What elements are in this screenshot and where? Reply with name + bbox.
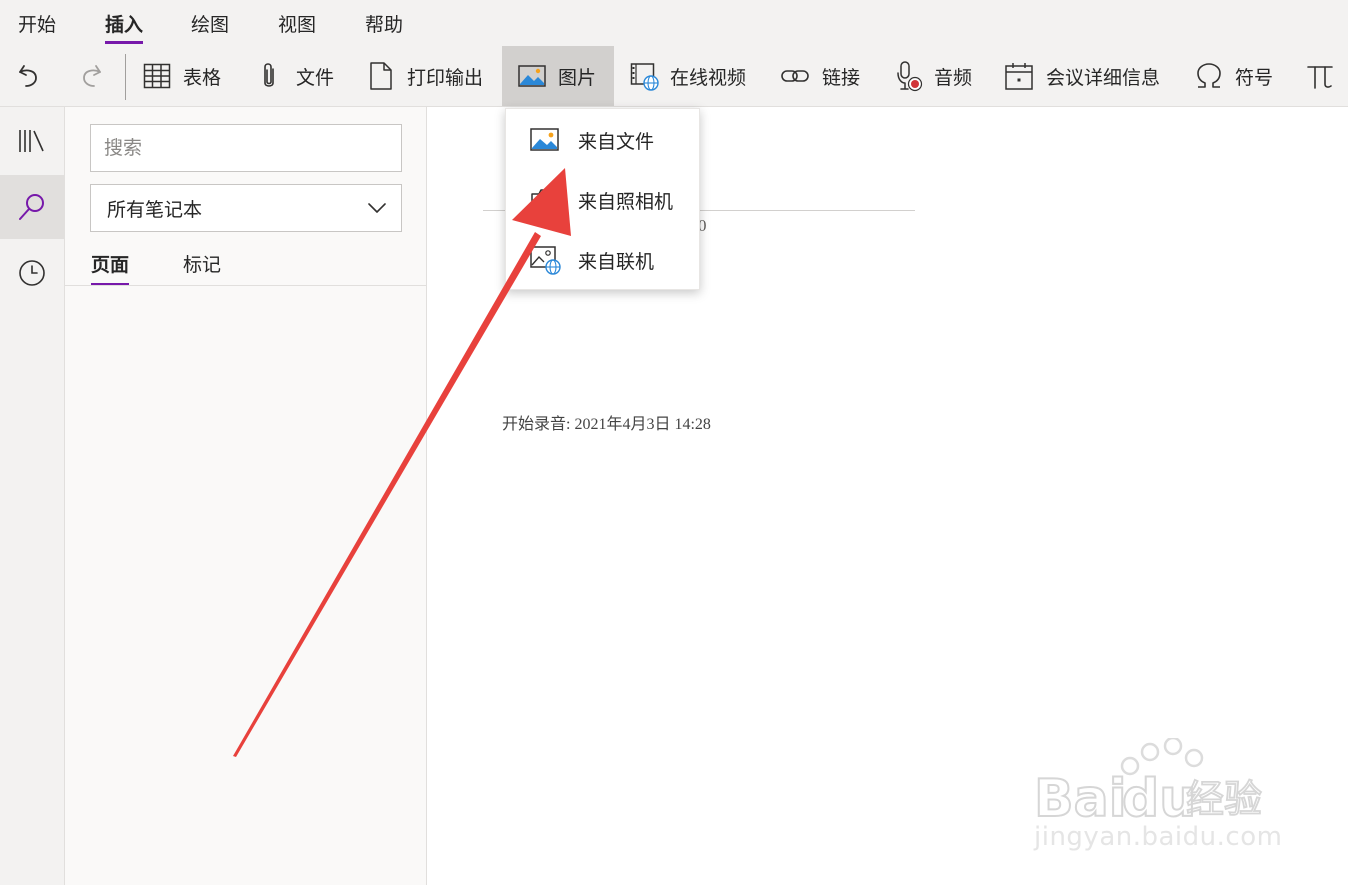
picture-icon bbox=[518, 65, 546, 87]
online-video-icon bbox=[630, 63, 659, 91]
picture-online-icon bbox=[530, 246, 561, 275]
camera-icon bbox=[531, 189, 559, 212]
tab-draw[interactable]: 绘图 bbox=[191, 10, 229, 44]
search-input[interactable] bbox=[90, 124, 402, 172]
ribbon-separator bbox=[125, 54, 126, 100]
printout-label: 打印输出 bbox=[407, 66, 484, 89]
watermark-url: jingyan.baidu.com bbox=[1034, 822, 1283, 852]
tab-view[interactable]: 视图 bbox=[278, 10, 316, 44]
symbol-label: 符号 bbox=[1235, 66, 1274, 89]
scope-value: 所有笔记本 bbox=[107, 198, 203, 221]
tab-tags[interactable]: 标记 bbox=[183, 250, 221, 286]
link-label: 链接 bbox=[822, 66, 861, 89]
notebook-scope-dropdown[interactable]: 所有笔记本 bbox=[90, 184, 402, 232]
search-button[interactable] bbox=[0, 175, 64, 239]
tab-help[interactable]: 帮助 bbox=[365, 10, 403, 44]
recording-note[interactable]: 开始录音: 2021年4月3日 14:28 bbox=[502, 410, 711, 434]
picture-file-icon bbox=[530, 128, 559, 151]
panel-divider bbox=[65, 285, 426, 286]
from-online-label: 来自联机 bbox=[578, 250, 655, 273]
audio-record-icon bbox=[897, 61, 923, 92]
tab-home[interactable]: 开始 bbox=[18, 10, 56, 44]
menu-item-from-online[interactable]: 来自联机 bbox=[506, 231, 699, 289]
tab-insert[interactable]: 插入 bbox=[105, 10, 144, 44]
meeting-details-button[interactable]: 会议详细信息 bbox=[1004, 46, 1160, 106]
omega-icon bbox=[1197, 63, 1221, 88]
search-icon bbox=[19, 194, 44, 220]
document-icon bbox=[370, 62, 392, 90]
online-video-label: 在线视频 bbox=[670, 66, 747, 89]
undo-button[interactable] bbox=[14, 46, 54, 106]
recent-icon bbox=[19, 260, 45, 286]
meeting-details-label: 会议详细信息 bbox=[1046, 66, 1161, 89]
search-panel: 所有笔记本 页面 标记 bbox=[65, 107, 427, 885]
pi-icon bbox=[1307, 66, 1333, 89]
pictures-label: 图片 bbox=[558, 66, 597, 89]
printout-button[interactable]: 打印输出 bbox=[369, 46, 483, 106]
svg-text:经验: 经验 bbox=[1186, 777, 1262, 821]
symbol-button[interactable]: 符号 bbox=[1195, 46, 1273, 106]
link-icon bbox=[781, 70, 809, 82]
undo-icon bbox=[19, 65, 37, 87]
redo-icon bbox=[83, 65, 101, 87]
tab-pages[interactable]: 页面 bbox=[91, 250, 130, 286]
from-file-label: 来自文件 bbox=[578, 130, 655, 153]
svg-text:Bai: Bai bbox=[1034, 769, 1127, 829]
table-button[interactable]: 表格 bbox=[143, 46, 221, 106]
audio-button[interactable]: 音频 bbox=[896, 46, 972, 106]
equation-button[interactable] bbox=[1306, 46, 1334, 106]
recent-button[interactable] bbox=[0, 241, 64, 305]
menu-bar: 开始 插入 绘图 视图 帮助 bbox=[0, 0, 1348, 46]
pictures-button[interactable]: 图片 bbox=[502, 46, 614, 106]
pictures-dropdown-menu: 来自文件 来自照相机 来自联机 bbox=[505, 108, 700, 290]
menu-item-from-camera[interactable]: 来自照相机 bbox=[506, 171, 699, 229]
from-camera-label: 来自照相机 bbox=[578, 190, 674, 213]
navigation-rail bbox=[0, 107, 65, 885]
redo-button[interactable] bbox=[78, 46, 118, 106]
file-attachment-button[interactable]: 文件 bbox=[258, 46, 334, 106]
menu-item-from-file[interactable]: 来自文件 bbox=[506, 111, 699, 169]
paperclip-icon bbox=[264, 63, 274, 87]
notebooks-icon bbox=[19, 130, 44, 152]
chevron-down-icon bbox=[368, 203, 386, 213]
table-icon bbox=[143, 63, 171, 89]
table-label: 表格 bbox=[183, 66, 222, 89]
online-video-button[interactable]: 在线视频 bbox=[630, 46, 746, 106]
link-button[interactable]: 链接 bbox=[780, 46, 860, 106]
ribbon: 表格 文件 打印输出 图片 在线视频 链接 音频 会议详细信息 符号 bbox=[0, 46, 1348, 107]
audio-label: 音频 bbox=[934, 66, 973, 89]
file-label: 文件 bbox=[296, 66, 335, 89]
calendar-icon bbox=[1005, 63, 1033, 90]
notebooks-button[interactable] bbox=[0, 109, 64, 173]
